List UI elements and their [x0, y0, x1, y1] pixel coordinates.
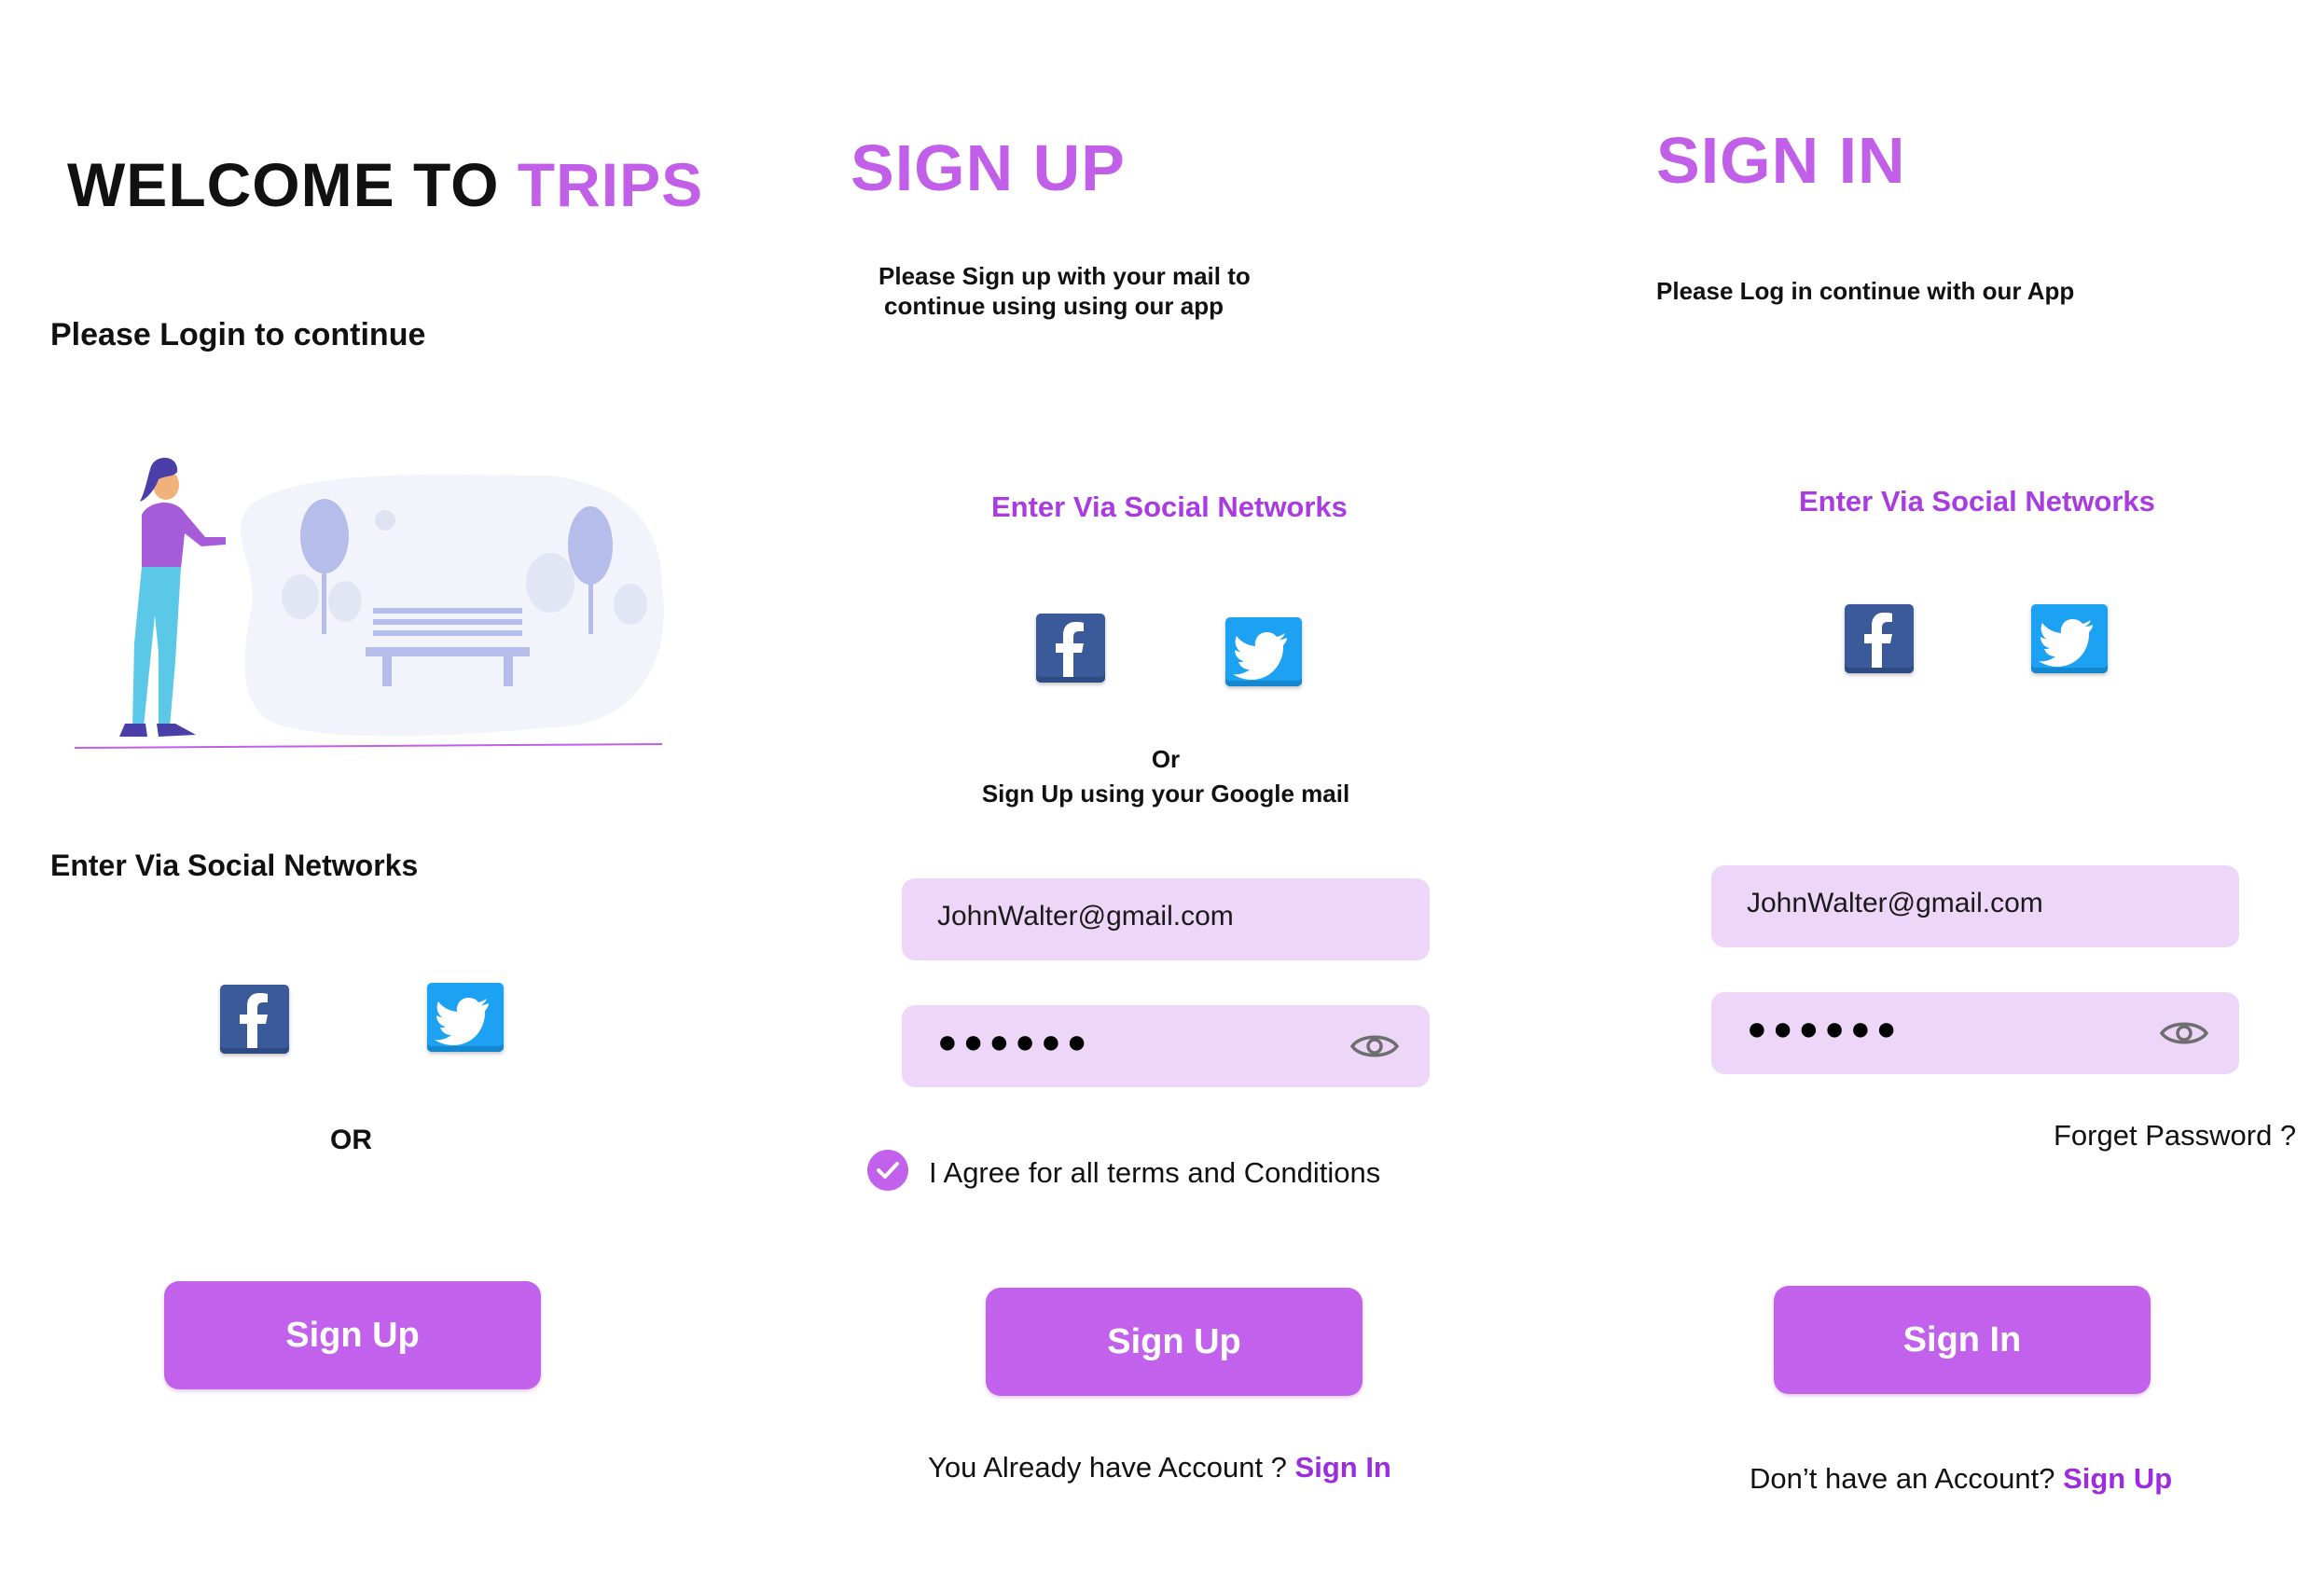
signup-facebook-icon[interactable]	[1036, 614, 1105, 683]
or-divider: OR	[330, 1125, 372, 1155]
signin-email-field[interactable]: JohnWalter@gmail.com	[1711, 865, 2239, 947]
signin-facebook-icon[interactable]	[1845, 604, 1914, 673]
park-illustration	[74, 457, 664, 749]
signin-description: Please Log in continue with our App	[1656, 277, 2075, 305]
facebook-icon[interactable]	[220, 985, 289, 1054]
eye-icon[interactable]	[2159, 1016, 2209, 1050]
signin-password-mask: ●●●●●●	[1747, 1009, 1902, 1047]
welcome-signup-button[interactable]: Sign Up	[164, 1281, 541, 1389]
twitter-icon[interactable]	[427, 983, 504, 1052]
signin-title: SIGN IN	[1656, 124, 1906, 197]
signup-or-block: Or Sign Up using your Google mail	[970, 742, 1362, 811]
signin-password-field[interactable]: ●●●●●●	[1711, 992, 2239, 1074]
signup-footer-text: You Already have Account ?	[928, 1451, 1295, 1484]
signup-email-value: JohnWalter@gmail.com	[937, 901, 1234, 932]
checkmark-icon	[877, 1162, 899, 1179]
signup-description-line1: Please Sign up with your mail to	[878, 262, 1251, 290]
signin-footer: Don’t have an Account? Sign Up	[1750, 1462, 2172, 1496]
signup-button[interactable]: Sign Up	[986, 1288, 1363, 1396]
terms-label: I Agree for all terms and Conditions	[929, 1156, 1381, 1189]
signin-social-heading: Enter Via Social Networks	[1799, 485, 2155, 518]
welcome-title: WELCOME TO TRIPS	[67, 149, 703, 220]
signup-twitter-icon[interactable]	[1225, 617, 1302, 686]
signup-description: Please Sign up with your mail to continu…	[878, 261, 1251, 321]
signup-email-field[interactable]: JohnWalter@gmail.com	[902, 878, 1430, 960]
brand-name: TRIPS	[517, 150, 704, 219]
signup-title: SIGN UP	[851, 131, 1126, 204]
signup-or-text: Or	[1151, 745, 1181, 773]
signin-email-value: JohnWalter@gmail.com	[1747, 888, 2043, 918]
social-heading: Enter Via Social Networks	[50, 849, 419, 882]
signin-link[interactable]: Sign In	[1295, 1451, 1391, 1484]
signup-social-heading: Enter Via Social Networks	[991, 490, 1348, 523]
terms-checkbox[interactable]	[867, 1150, 908, 1191]
forgot-password-link[interactable]: Forget Password ?	[2054, 1119, 2296, 1153]
login-prompt: Please Login to continue	[50, 317, 426, 352]
signup-description-line2: continue using using our app	[884, 292, 1224, 320]
signup-password-field[interactable]: ●●●●●●	[902, 1005, 1430, 1087]
google-signup-text: Sign Up using your Google mail	[981, 780, 1350, 808]
signin-twitter-icon[interactable]	[2031, 604, 2108, 673]
signup-password-mask: ●●●●●●	[937, 1022, 1093, 1060]
signin-footer-text: Don’t have an Account?	[1750, 1462, 2064, 1495]
eye-icon[interactable]	[1349, 1029, 1400, 1063]
welcome-title-prefix: WELCOME TO	[67, 150, 518, 219]
signup-link[interactable]: Sign Up	[2063, 1462, 2172, 1495]
signin-button[interactable]: Sign In	[1774, 1286, 2151, 1394]
signup-footer: You Already have Account ? Sign In	[928, 1451, 1391, 1484]
